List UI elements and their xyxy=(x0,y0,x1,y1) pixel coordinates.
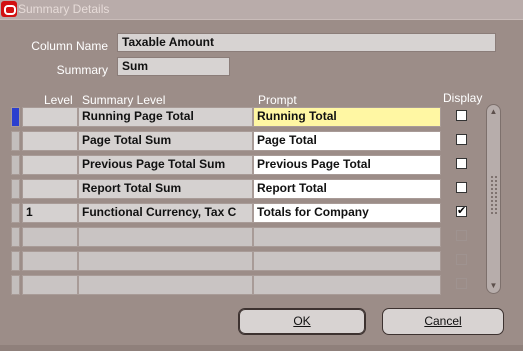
prompt-cell[interactable] xyxy=(253,227,441,247)
summary-label: Summary xyxy=(56,63,108,77)
display-checkbox[interactable]: ✔ xyxy=(456,206,467,217)
title-bar: Summary Details xyxy=(0,0,523,20)
level-cell[interactable] xyxy=(22,131,78,151)
summary-level-header: Summary Level xyxy=(82,93,166,107)
level-cell[interactable] xyxy=(22,227,78,247)
level-cell[interactable] xyxy=(22,155,78,175)
summary-level-cell[interactable]: Page Total Sum xyxy=(78,131,253,151)
cancel-label: Cancel xyxy=(424,314,462,328)
prompt-cell[interactable]: Previous Page Total xyxy=(253,155,441,175)
level-header: Level xyxy=(44,93,73,107)
summary-level-cell[interactable]: Previous Page Total Sum xyxy=(78,155,253,175)
scroll-down-icon[interactable]: ▼ xyxy=(487,280,500,292)
level-cell[interactable] xyxy=(22,107,78,127)
scroll-up-icon[interactable]: ▲ xyxy=(487,106,500,118)
oracle-forms-icon[interactable] xyxy=(1,1,17,17)
display-checkbox[interactable] xyxy=(456,230,467,241)
cancel-button[interactable]: Cancel xyxy=(382,308,504,335)
scroll-thumb[interactable] xyxy=(490,175,497,215)
level-cell[interactable] xyxy=(22,179,78,199)
display-checkbox[interactable] xyxy=(456,134,467,145)
level-cell[interactable] xyxy=(22,251,78,271)
level-cell[interactable]: 1 xyxy=(22,203,78,223)
display-checkbox[interactable] xyxy=(456,278,467,289)
prompt-cell[interactable] xyxy=(253,251,441,271)
display-checkbox[interactable] xyxy=(456,110,467,121)
prompt-cell[interactable]: Page Total xyxy=(253,131,441,151)
column-name-field[interactable]: Taxable Amount xyxy=(117,33,496,52)
level-cell[interactable] xyxy=(22,275,78,295)
display-checkbox[interactable] xyxy=(456,182,467,193)
ok-button[interactable]: OK xyxy=(238,308,366,335)
display-checkbox[interactable] xyxy=(456,254,467,265)
prompt-header: Prompt xyxy=(258,93,297,107)
display-checkbox[interactable] xyxy=(456,158,467,169)
prompt-cell[interactable]: Totals for Company xyxy=(253,203,441,223)
row-selector[interactable] xyxy=(11,227,20,247)
summary-level-cell[interactable]: Report Total Sum xyxy=(78,179,253,199)
window-title: Summary Details xyxy=(18,2,110,16)
row-selector[interactable] xyxy=(11,131,20,151)
ok-label: OK xyxy=(293,314,311,328)
row-selector[interactable] xyxy=(11,203,20,223)
summary-level-cell[interactable] xyxy=(78,251,253,271)
prompt-cell[interactable] xyxy=(253,275,441,295)
column-name-label: Column Name xyxy=(31,39,108,53)
summary-level-cell[interactable]: Running Page Total xyxy=(78,107,253,127)
prompt-cell[interactable]: Report Total xyxy=(253,179,441,199)
prompt-cell[interactable]: Running Total xyxy=(253,107,441,127)
display-header: Display xyxy=(443,91,483,105)
row-selector[interactable] xyxy=(11,155,20,175)
window-bottom-edge xyxy=(0,345,523,351)
row-selector[interactable] xyxy=(11,179,20,199)
summary-field[interactable]: Sum xyxy=(117,57,230,76)
summary-level-cell[interactable] xyxy=(78,227,253,247)
row-selector[interactable] xyxy=(11,107,20,127)
row-selector[interactable] xyxy=(11,275,20,295)
summary-level-cell[interactable]: Functional Currency, Tax C xyxy=(78,203,253,223)
row-selector[interactable] xyxy=(11,251,20,271)
summary-level-cell[interactable] xyxy=(78,275,253,295)
table-scrollbar[interactable]: ▲ ▼ xyxy=(486,104,501,294)
